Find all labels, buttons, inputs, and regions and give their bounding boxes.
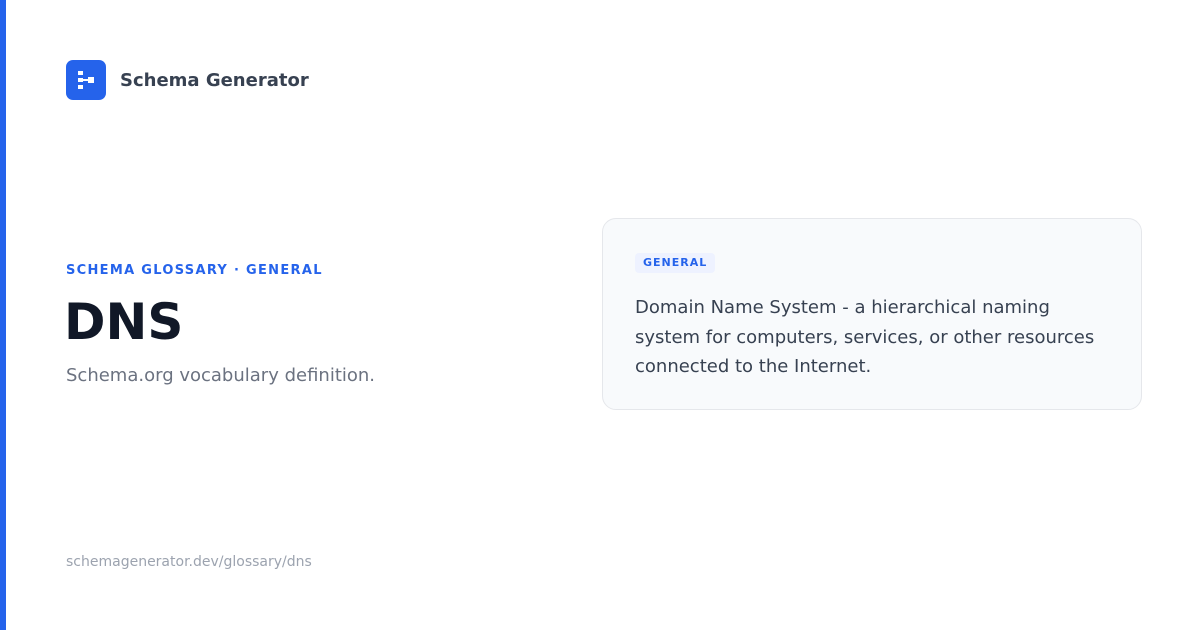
page-subtitle: Schema.org vocabulary definition. <box>66 365 376 386</box>
definition-card: GENERAL Domain Name System - a hierarchi… <box>602 218 1142 410</box>
brand-name: Schema Generator <box>120 69 309 91</box>
sitemap-icon <box>66 60 106 100</box>
definition-text: Domain Name System - a hierarchical nami… <box>635 297 1095 377</box>
eyebrow-label: SCHEMA GLOSSARY · GENERAL <box>66 263 323 278</box>
accent-bar <box>0 0 6 630</box>
category-badge: GENERAL <box>635 253 716 273</box>
brand[interactable]: Schema Generator <box>66 60 309 100</box>
page-title: DNS <box>64 293 184 351</box>
page-url: schemagenerator.dev/glossary/dns <box>66 554 312 570</box>
